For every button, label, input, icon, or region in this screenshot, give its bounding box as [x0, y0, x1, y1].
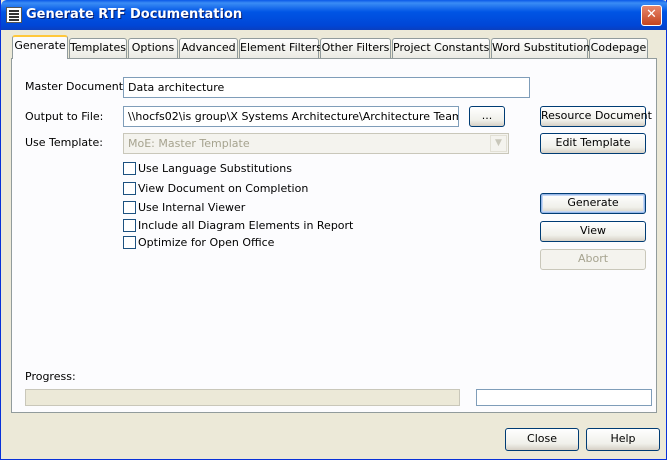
- master-document-field[interactable]: Data architecture: [123, 77, 530, 98]
- tab-project-constants[interactable]: Project Constants: [392, 38, 490, 58]
- checkbox-view-document[interactable]: [123, 182, 136, 195]
- abort-button: Abort: [540, 249, 646, 270]
- generate-tab-panel: Master Document: Data architecture Outpu…: [11, 58, 657, 413]
- browse-button[interactable]: ...: [469, 106, 505, 127]
- diagram-elements-label[interactable]: Include all Diagram Elements in Report: [138, 219, 353, 232]
- template-select[interactable]: MoE: Master Template ▼: [123, 133, 509, 154]
- output-file-field[interactable]: \\hocfs02\is group\X Systems Architectur…: [123, 106, 459, 127]
- help-button[interactable]: Help: [586, 428, 660, 451]
- template-select-value: MoE: Master Template: [128, 137, 250, 150]
- resource-document-button[interactable]: Resource Document: [540, 106, 652, 127]
- chevron-down-icon[interactable]: ▼: [490, 135, 507, 152]
- tab-generate[interactable]: Generate: [12, 35, 68, 59]
- document-icon: [6, 7, 22, 23]
- tab-codepage[interactable]: Codepage: [589, 38, 648, 58]
- tab-other-filters[interactable]: Other Filters: [320, 38, 391, 58]
- close-button[interactable]: Close: [505, 428, 579, 451]
- language-substitutions-label[interactable]: Use Language Substitutions: [138, 162, 292, 175]
- checkbox-diagram-elements[interactable]: [123, 219, 136, 232]
- tab-word-substitution[interactable]: Word Substitution: [491, 38, 590, 58]
- tab-templates[interactable]: Templates: [69, 38, 127, 58]
- output-file-label: Output to File:: [25, 110, 104, 123]
- progress-bar: [25, 389, 460, 406]
- status-field: [476, 389, 652, 406]
- open-office-label[interactable]: Optimize for Open Office: [138, 236, 274, 249]
- checkbox-internal-viewer[interactable]: [123, 201, 136, 214]
- checkbox-open-office[interactable]: [123, 236, 136, 249]
- tab-advanced[interactable]: Advanced: [179, 38, 238, 58]
- edit-template-button[interactable]: Edit Template: [540, 133, 646, 154]
- use-template-label: Use Template:: [25, 136, 103, 149]
- tab-options[interactable]: Options: [128, 38, 178, 58]
- tab-element-filters[interactable]: Element Filters: [239, 38, 322, 58]
- rtf-documentation-dialog: Generate RTF Documentation ✕ Generate Te…: [0, 0, 667, 460]
- window-close-button[interactable]: ✕: [641, 5, 662, 26]
- title-bar[interactable]: Generate RTF Documentation ✕: [1, 0, 667, 30]
- window-title: Generate RTF Documentation: [26, 7, 243, 22]
- view-document-label[interactable]: View Document on Completion: [138, 182, 308, 195]
- master-document-label: Master Document:: [25, 80, 127, 93]
- generate-button[interactable]: Generate: [540, 193, 646, 214]
- progress-label: Progress:: [25, 370, 76, 383]
- internal-viewer-label[interactable]: Use Internal Viewer: [138, 201, 245, 214]
- view-button[interactable]: View: [540, 221, 646, 242]
- checkbox-language-substitutions[interactable]: [123, 162, 136, 175]
